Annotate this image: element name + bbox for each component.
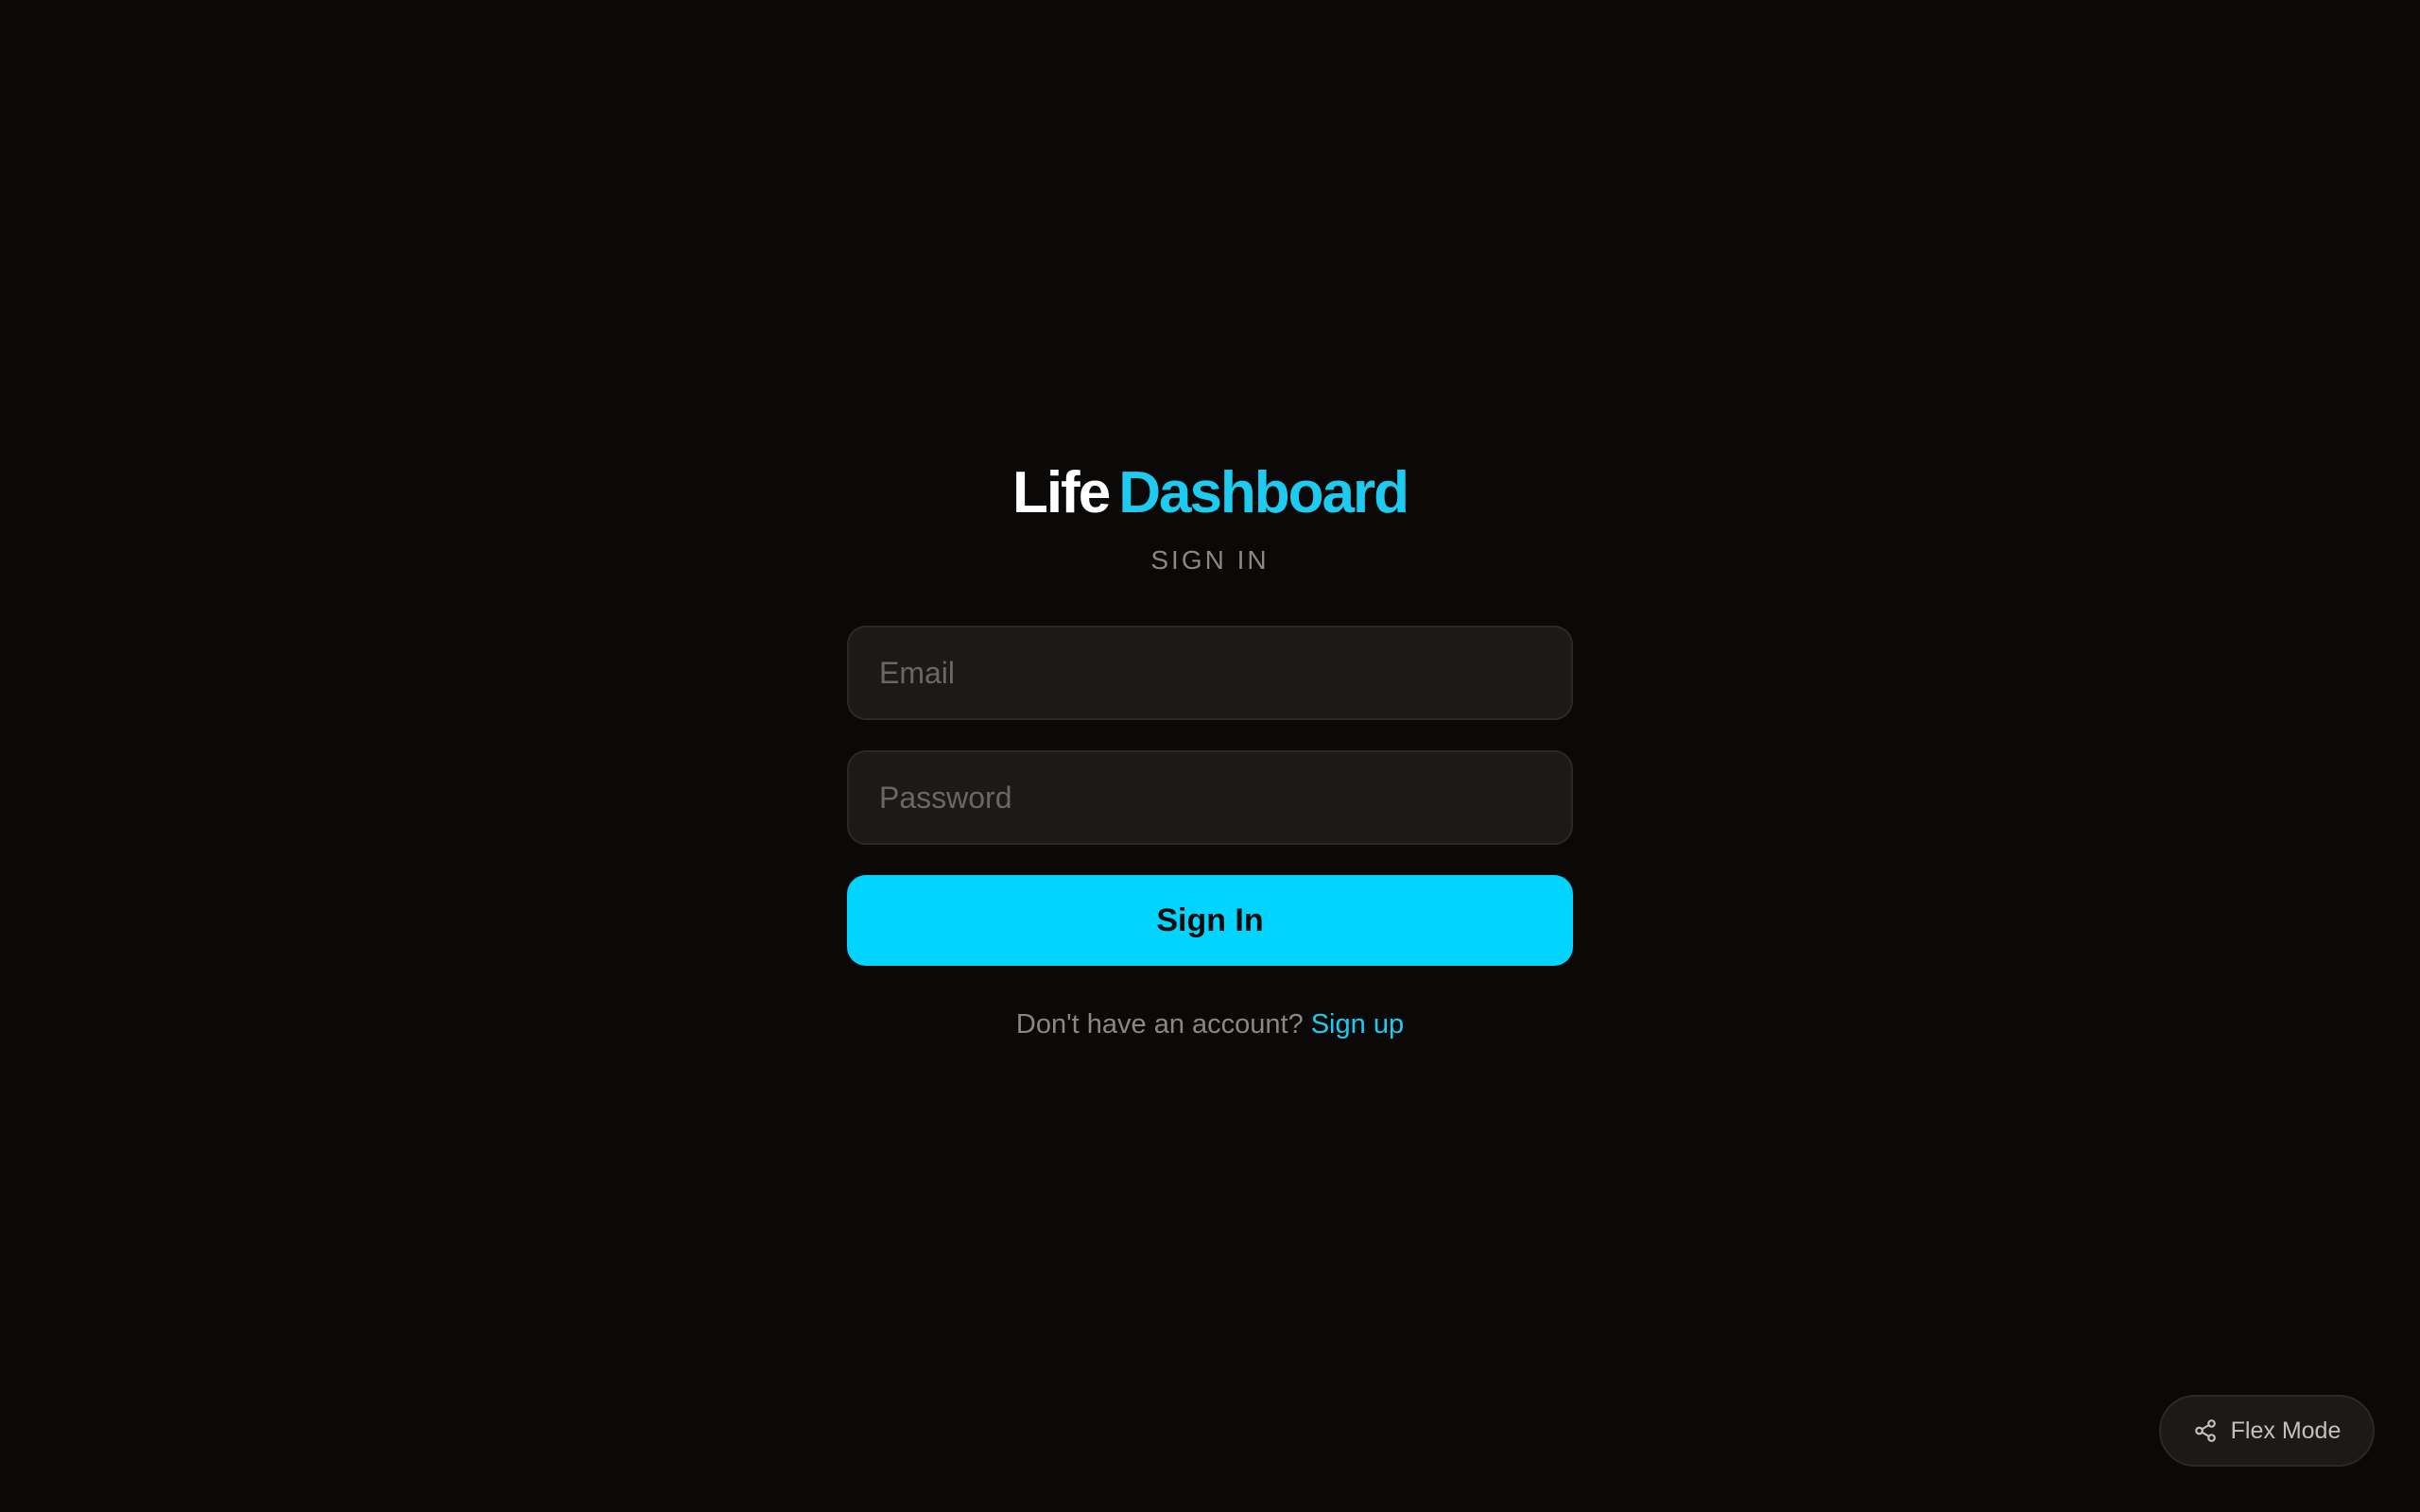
page-subtitle: SIGN IN: [1150, 545, 1270, 575]
share-icon: [2194, 1419, 2216, 1442]
sign-up-link[interactable]: Sign up: [1311, 1009, 1404, 1040]
signup-prompt: Don't have an account? Sign up: [1016, 1009, 1404, 1040]
sign-in-button[interactable]: Sign In: [847, 875, 1573, 966]
login-page: LifeDashboard SIGN IN Sign In Don't have…: [0, 0, 2420, 1512]
signup-prompt-text: Don't have an account?: [1015, 1009, 1304, 1040]
brand-title: Life Dashboard: [1011, 459, 1409, 527]
brand-word-dashboard: Dashboard: [1118, 460, 1409, 525]
email-input[interactable]: [847, 626, 1573, 720]
password-input[interactable]: [847, 750, 1573, 845]
login-card: LifeDashboard SIGN IN Sign In Don't have…: [847, 459, 1573, 1040]
flex-mode-label: Flex Mode: [2230, 1417, 2342, 1444]
brand-word-life: Life: [1011, 460, 1111, 525]
flex-mode-button[interactable]: Flex Mode: [2159, 1395, 2375, 1467]
